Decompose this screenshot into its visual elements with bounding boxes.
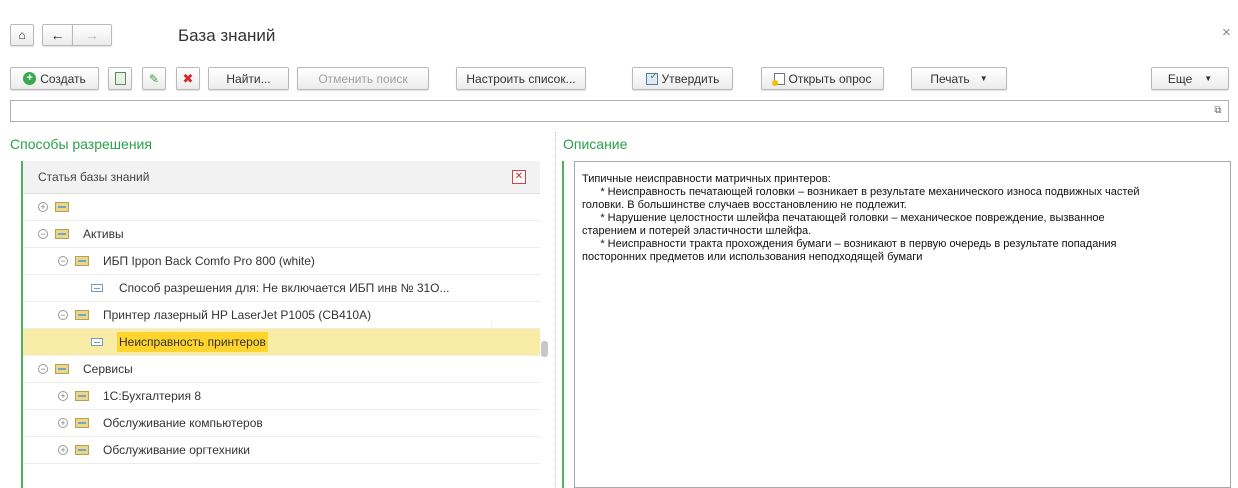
- tree-scrollbar[interactable]: [539, 161, 549, 488]
- description-line: посторонних предметов или использования …: [582, 251, 923, 263]
- arrow-right-icon: →: [85, 27, 99, 43]
- tree-row[interactable]: Способ разрешения для: Не включается ИБП…: [23, 275, 540, 302]
- approve-icon: ✓: [645, 71, 658, 85]
- folder-icon: [75, 445, 89, 455]
- tree-row-label: 1С:Бухгалтерия 8: [103, 389, 201, 403]
- tree-row-label: Принтер лазерный HP LaserJet P1005 (CB41…: [103, 308, 372, 322]
- find-label: Найти...: [226, 71, 271, 86]
- tree-row[interactable]: +: [23, 194, 540, 221]
- approve-button[interactable]: ✓ Утвердить: [632, 67, 733, 90]
- knowledge-tree[interactable]: Статья базы знаний ✕ + − Активы − ИБП Ip…: [21, 161, 554, 488]
- description-line: * Неисправности тракта прохождения бумаг…: [582, 238, 1117, 250]
- open-survey-button[interactable]: Открыть опрос: [761, 67, 884, 90]
- description-text-area[interactable]: Типичные неисправности матричных принтер…: [574, 161, 1231, 488]
- tree-row[interactable]: − Активы: [23, 221, 540, 248]
- plus-circle-icon: +: [23, 72, 37, 85]
- description-title: Описание: [563, 136, 628, 152]
- tree-row-label: Обслуживание компьютеров: [103, 416, 263, 430]
- folder-icon: [55, 229, 69, 239]
- description-line: * Нарушение целостности шлейфа печатающе…: [582, 212, 1105, 224]
- expand-toggle-icon[interactable]: +: [58, 445, 68, 455]
- grid-header: Статья базы знаний ✕: [23, 161, 540, 194]
- home-button[interactable]: ⌂: [10, 24, 34, 46]
- scrollbar-thumb[interactable]: [541, 341, 548, 357]
- approve-label: Утвердить: [661, 71, 720, 86]
- folder-icon: [55, 364, 69, 374]
- tree-row-label: Способ разрешения для: Не включается ИБП…: [119, 281, 450, 295]
- tree-row-label: Активы: [83, 227, 124, 241]
- page-title: База знаний: [178, 26, 276, 45]
- create-label: Создать: [40, 71, 86, 86]
- expand-toggle-icon[interactable]: +: [38, 202, 48, 212]
- delete-x-icon: ✖: [182, 70, 194, 86]
- panel-splitter[interactable]: [555, 132, 556, 488]
- clear-filter-icon[interactable]: ✕: [512, 170, 526, 184]
- collapse-toggle-icon[interactable]: −: [58, 256, 68, 266]
- edit-button[interactable]: ✎: [142, 67, 166, 90]
- find-button[interactable]: Найти...: [208, 67, 289, 90]
- forward-button[interactable]: →: [72, 24, 112, 46]
- print-label: Печать: [930, 71, 970, 86]
- article-icon: [91, 284, 103, 292]
- create-button[interactable]: + Создать: [10, 67, 99, 90]
- expand-toggle-icon[interactable]: +: [58, 391, 68, 401]
- expand-toggle-icon[interactable]: +: [58, 418, 68, 428]
- description-line: * Неисправность печатающей головки – воз…: [582, 186, 1140, 198]
- collapse-toggle-icon[interactable]: −: [58, 310, 68, 320]
- tree-row-label: Неисправность принтеров: [117, 332, 268, 352]
- configure-list-button[interactable]: Настроить список...: [456, 67, 586, 90]
- tree-row[interactable]: + Обслуживание компьютеров: [23, 410, 540, 437]
- cancel-search-label: Отменить поиск: [318, 71, 408, 86]
- print-button[interactable]: Печать ▼: [911, 67, 1007, 90]
- chevron-down-icon: ▼: [979, 74, 988, 83]
- home-icon: ⌂: [18, 28, 26, 42]
- column-header-article[interactable]: Статья базы знаний: [23, 170, 512, 184]
- tree-row[interactable]: − Принтер лазерный HP LaserJet P1005 (CB…: [23, 302, 540, 329]
- description-line: старением и потерей эластичности шлейфа.: [582, 225, 812, 237]
- close-icon[interactable]: ×: [1222, 24, 1231, 41]
- expand-icon[interactable]: ⧉: [1211, 104, 1225, 118]
- tree-row-label: Обслуживание оргтехники: [103, 443, 250, 457]
- tree-row-label: Сервисы: [83, 362, 133, 376]
- configure-list-label: Настроить список...: [466, 71, 576, 86]
- description-line: Типичные неисправности матричных принтер…: [582, 173, 831, 185]
- survey-icon: [771, 72, 785, 86]
- copy-icon: [114, 72, 126, 85]
- chevron-down-icon: ▼: [1204, 74, 1213, 83]
- pencil-icon: ✎: [148, 71, 160, 86]
- more-button[interactable]: Еще ▼: [1151, 67, 1229, 90]
- tree-row-selected[interactable]: Неисправность принтеров: [23, 329, 540, 356]
- folder-icon: [75, 418, 89, 428]
- back-button[interactable]: ←: [42, 24, 72, 46]
- collapse-toggle-icon[interactable]: −: [38, 229, 48, 239]
- tree-row[interactable]: + 1С:Бухгалтерия 8: [23, 383, 540, 410]
- tree-row[interactable]: + Обслуживание оргтехники: [23, 437, 540, 464]
- copy-button[interactable]: [108, 67, 132, 90]
- open-survey-label: Открыть опрос: [788, 71, 872, 86]
- collapse-toggle-icon[interactable]: −: [38, 364, 48, 374]
- tree-row[interactable]: − Сервисы: [23, 356, 540, 383]
- folder-icon: [55, 202, 69, 212]
- description-panel: Типичные неисправности матричных принтер…: [562, 161, 1231, 488]
- more-label: Еще: [1167, 71, 1193, 86]
- folder-icon: [75, 256, 89, 266]
- tree-row-label: ИБП Ippon Back Comfo Pro 800 (white): [103, 254, 315, 268]
- delete-button[interactable]: ✖: [176, 67, 200, 90]
- arrow-left-icon: ←: [50, 27, 65, 43]
- folder-icon: [75, 310, 89, 320]
- description-line: головки. В большинстве случаев восстанов…: [582, 199, 907, 211]
- resolution-methods-title: Способы разрешения: [10, 136, 152, 152]
- article-icon: [91, 338, 103, 346]
- cancel-search-button[interactable]: Отменить поиск: [297, 67, 429, 90]
- folder-icon: [75, 391, 89, 401]
- tree-row[interactable]: − ИБП Ippon Back Comfo Pro 800 (white): [23, 248, 540, 275]
- search-input[interactable]: ⧉: [10, 100, 1229, 122]
